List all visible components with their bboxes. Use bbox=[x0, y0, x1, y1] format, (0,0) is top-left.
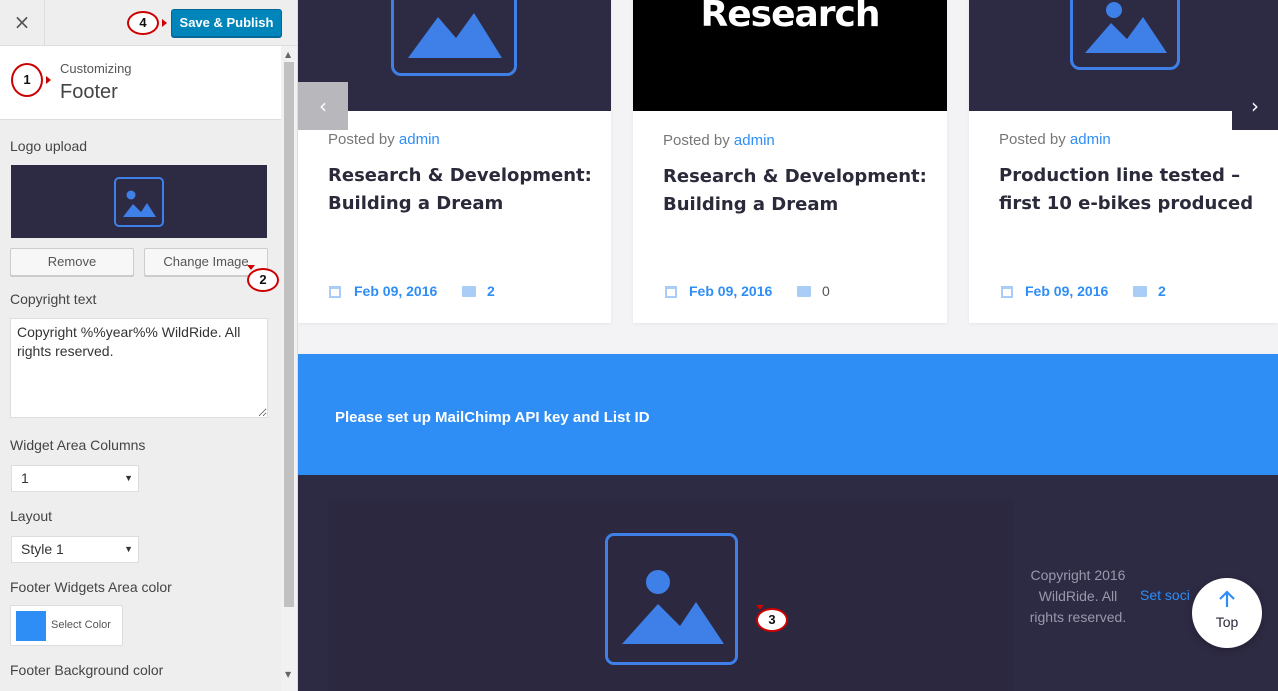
annotation-pointer bbox=[756, 605, 764, 610]
posted-by-label: Posted by bbox=[328, 131, 395, 148]
site-footer: Copyright 2016 WildRide. All rights rese… bbox=[298, 475, 1278, 691]
back-to-top-label: Top bbox=[1215, 614, 1239, 630]
posted-by-label: Posted by bbox=[999, 131, 1066, 148]
layout-value: Style 1 bbox=[21, 541, 64, 557]
section-title: Footer bbox=[60, 81, 118, 103]
slider-next-icon[interactable]: › bbox=[1232, 82, 1278, 130]
annotation-marker-2: 2 bbox=[247, 268, 279, 292]
posted-by-label: Posted by bbox=[663, 132, 730, 149]
post-card: Research Posted by admin Research & Deve… bbox=[633, 0, 947, 323]
comment-icon bbox=[462, 286, 476, 297]
scroll-up-icon[interactable]: ▲ bbox=[285, 50, 291, 59]
thumbnail-text: Research bbox=[700, 0, 881, 35]
caret-down-icon: ▼ bbox=[124, 473, 133, 483]
author-link[interactable]: admin bbox=[1070, 131, 1111, 148]
comment-count[interactable]: 2 bbox=[1158, 283, 1166, 299]
date-text: Feb 09, 2016 bbox=[689, 283, 773, 299]
comment-count[interactable]: 2 bbox=[487, 283, 495, 299]
annotation-marker-1: 1 bbox=[11, 63, 43, 97]
site-preview: Posted by admin Research & Development: … bbox=[298, 0, 1278, 691]
post-title[interactable]: Production line tested – first 10 e-bike… bbox=[999, 162, 1269, 218]
annotation-pointer bbox=[162, 19, 167, 27]
annotation-pointer bbox=[247, 265, 255, 270]
scroll-down-icon[interactable]: ▼ bbox=[285, 670, 291, 679]
remove-image-button[interactable]: Remove bbox=[10, 248, 134, 276]
author-link[interactable]: admin bbox=[734, 132, 775, 149]
newsletter-section: Please set up MailChimp API key and List… bbox=[298, 354, 1278, 475]
image-placeholder-icon bbox=[1070, 0, 1180, 70]
mailchimp-message: Please set up MailChimp API key and List… bbox=[335, 409, 650, 426]
post-date: Feb 09, 2016 bbox=[1025, 283, 1108, 299]
calendar-icon bbox=[665, 286, 677, 298]
sidebar-scrollbar[interactable]: ▲ ▼ bbox=[281, 46, 297, 691]
post-author-line: Posted by admin bbox=[999, 131, 1111, 148]
caret-down-icon: ▼ bbox=[124, 544, 133, 554]
date-text: Feb 09, 2016 bbox=[1025, 283, 1109, 299]
bg-color-label: Footer Background color bbox=[10, 662, 164, 678]
post-thumbnail[interactable]: Research bbox=[633, 0, 947, 111]
calendar-icon bbox=[1001, 286, 1013, 298]
post-card: Posted by admin Research & Development: … bbox=[298, 0, 611, 323]
post-date: Feb 09, 2016 bbox=[689, 283, 772, 299]
arrow-up-icon bbox=[1217, 590, 1237, 612]
post-title[interactable]: Research & Development: Building a Dream bbox=[328, 162, 598, 218]
save-publish-button[interactable]: Save & Publish bbox=[171, 9, 282, 37]
comment-count[interactable]: 0 bbox=[822, 283, 830, 299]
back-to-top-button[interactable]: Top bbox=[1192, 578, 1262, 648]
annotation-pointer bbox=[46, 76, 51, 84]
footer-copyright: Copyright 2016 WildRide. All rights rese… bbox=[1029, 567, 1127, 625]
comment-count-value: 2 bbox=[487, 283, 495, 299]
footer-social-link[interactable]: Set soci bbox=[1140, 587, 1190, 603]
select-color-label: Select Color bbox=[51, 619, 111, 631]
slider-prev-icon[interactable]: ‹ bbox=[298, 82, 348, 130]
widget-columns-value: 1 bbox=[21, 470, 29, 486]
color-swatch bbox=[16, 611, 46, 641]
annotation-marker-4: 4 bbox=[127, 11, 159, 35]
logo-upload-label: Logo upload bbox=[10, 138, 88, 154]
author-link[interactable]: admin bbox=[399, 131, 440, 148]
close-icon[interactable]: × bbox=[0, 0, 45, 45]
post-title[interactable]: Research & Development: Building a Dream bbox=[663, 163, 933, 219]
comment-icon bbox=[1133, 286, 1147, 297]
select-color-button[interactable]: Select Color bbox=[10, 605, 123, 646]
widget-columns-label: Widget Area Columns bbox=[10, 437, 146, 453]
calendar-icon bbox=[329, 286, 341, 298]
layout-label: Layout bbox=[10, 508, 53, 524]
footer-logo-image-icon bbox=[605, 533, 738, 665]
post-author-line: Posted by admin bbox=[328, 131, 440, 148]
comment-icon bbox=[797, 286, 811, 297]
customizer-sidebar: × Save & Publish Customizing Footer Logo… bbox=[0, 0, 298, 691]
scroll-thumb[interactable] bbox=[284, 62, 294, 607]
post-card: Posted by admin Production line tested –… bbox=[969, 0, 1278, 323]
date-text: Feb 09, 2016 bbox=[354, 283, 438, 299]
section-context: Customizing bbox=[60, 61, 132, 76]
logo-preview bbox=[11, 165, 267, 238]
comment-count-value: 0 bbox=[822, 283, 830, 299]
post-author-line: Posted by admin bbox=[663, 132, 775, 149]
layout-select[interactable]: Style 1 ▼ bbox=[11, 536, 139, 563]
annotation-marker-3: 3 bbox=[756, 608, 788, 632]
comment-count-value: 2 bbox=[1158, 283, 1166, 299]
copyright-label: Copyright text bbox=[10, 291, 97, 307]
post-date: Feb 09, 2016 bbox=[354, 283, 437, 299]
widgets-color-label: Footer Widgets Area color bbox=[10, 579, 172, 595]
image-placeholder-icon bbox=[391, 0, 517, 76]
copyright-textarea[interactable]: Copyright %%year%% WildRide. All rights … bbox=[10, 318, 268, 418]
widget-columns-select[interactable]: 1 ▼ bbox=[11, 465, 139, 492]
image-placeholder-icon bbox=[114, 177, 164, 227]
footer-logo-area bbox=[328, 500, 1014, 691]
